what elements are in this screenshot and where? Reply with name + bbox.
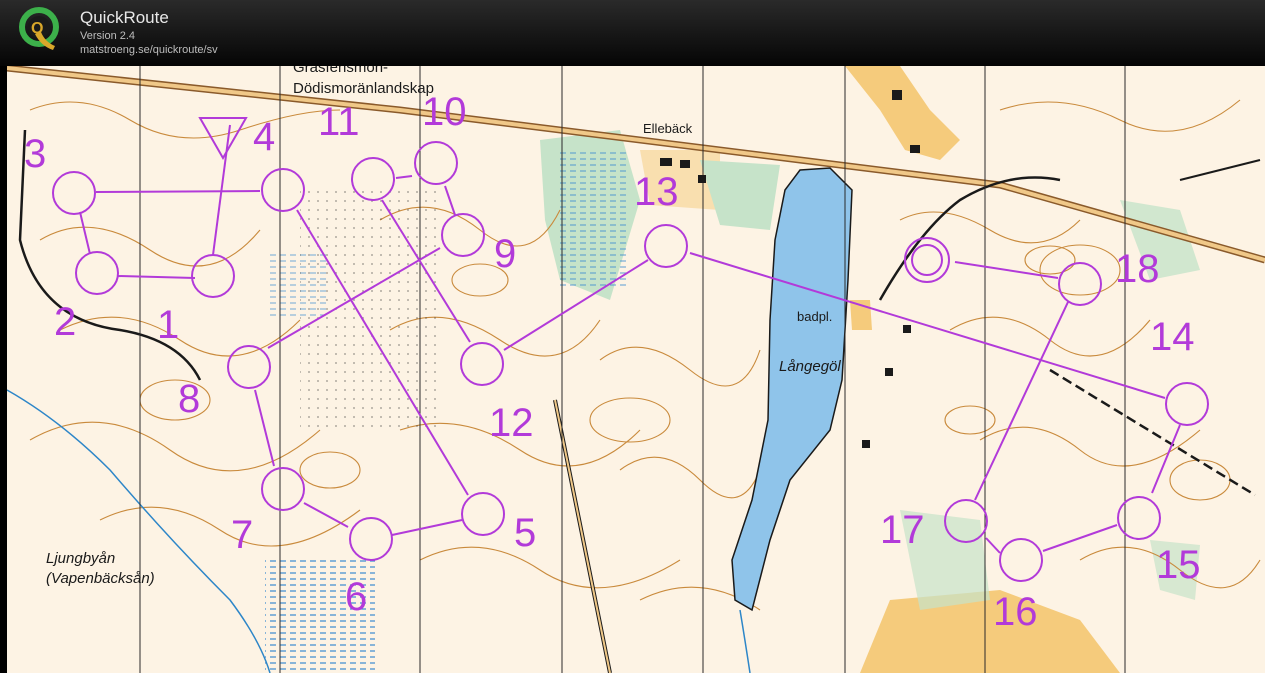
- control-5-circle: [461, 492, 505, 536]
- control-number-16: 16: [993, 590, 1038, 634]
- control-13-circle: [644, 224, 688, 268]
- control-number-18: 18: [1115, 247, 1160, 291]
- label-ljungbyan: Ljungbyån: [46, 550, 115, 567]
- control-10-circle: [414, 141, 458, 185]
- control-4-circle: [261, 168, 305, 212]
- control-number-10: 10: [422, 90, 467, 134]
- control-number-13: 13: [634, 170, 679, 214]
- control-15-circle: [1117, 496, 1161, 540]
- app-url[interactable]: matstroeng.se/quickroute/sv: [80, 44, 218, 56]
- control-number-4: 4: [253, 115, 275, 159]
- control-6-circle: [349, 517, 393, 561]
- control-number-3: 3: [24, 132, 46, 176]
- label-dodismoranlandskap: Dödismoränlandskap: [293, 80, 434, 97]
- open-land-areas: [640, 66, 1120, 673]
- control-number-1: 1: [157, 303, 179, 347]
- control-2-circle: [75, 251, 119, 295]
- control-1-circle: [191, 254, 235, 298]
- app-title: QuickRoute: [80, 8, 169, 27]
- control-18-circle: [1058, 262, 1102, 306]
- control-12-circle: [460, 342, 504, 386]
- control-9-circle: [441, 213, 485, 257]
- orienteering-map[interactable]: Gräsfensmon- Dödismoränlandskap Ellebäck…: [7, 66, 1265, 673]
- control-number-17: 17: [880, 508, 925, 552]
- finish-double-circle-icon: [904, 237, 950, 283]
- control-number-6: 6: [345, 575, 367, 619]
- control-number-7: 7: [231, 513, 253, 557]
- app-version: Version 2.4: [80, 30, 136, 42]
- quickroute-logo-icon: Q: [19, 7, 59, 50]
- lake-langegol: [731, 167, 853, 612]
- label-badpl: badpl.: [797, 309, 832, 324]
- control-8-circle: [227, 345, 271, 389]
- control-number-11: 11: [318, 100, 360, 144]
- label-vapenbacksan: (Vapenbäcksån): [46, 570, 155, 587]
- logo-letter: Q: [31, 20, 43, 37]
- control-3-circle: [52, 171, 96, 215]
- streams: [7, 389, 751, 673]
- control-number-9: 9: [494, 232, 516, 276]
- title-bar: Q QuickRoute Version 2.4 matstroeng.se/q…: [0, 0, 1265, 66]
- control-number-15: 15: [1156, 543, 1201, 587]
- control-number-2: 2: [54, 300, 76, 344]
- control-16-circle: [999, 538, 1043, 582]
- control-number-14: 14: [1150, 315, 1195, 359]
- boulder-field: [300, 190, 440, 430]
- control-number-8: 8: [178, 377, 200, 421]
- start-triangle-icon: [198, 117, 248, 161]
- control-14-circle: [1165, 382, 1209, 426]
- control-number-5: 5: [514, 511, 536, 555]
- control-7-circle: [261, 467, 305, 511]
- label-elleback: Ellebäck: [643, 121, 693, 136]
- label-grasfensmon: Gräsfensmon-: [293, 66, 388, 76]
- control-number-12: 12: [489, 401, 534, 445]
- map-canvas[interactable]: Gräsfensmon- Dödismoränlandskap Ellebäck…: [7, 66, 1265, 673]
- label-langegol: Långegöl: [779, 358, 841, 375]
